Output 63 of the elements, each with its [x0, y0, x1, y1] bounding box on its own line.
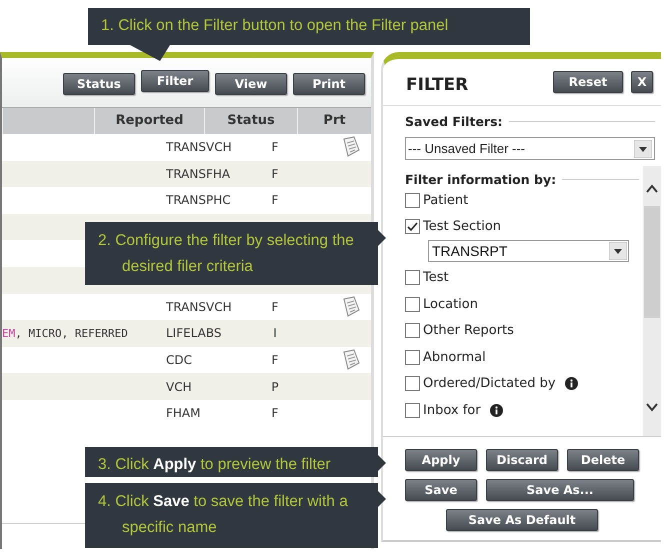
table-cell-text: F: [270, 140, 280, 154]
toolbar-button[interactable]: View: [215, 73, 287, 95]
column-header[interactable]: Status: [204, 108, 297, 134]
action-button[interactable]: Save: [405, 479, 477, 501]
action-button[interactable]: Save As...: [486, 479, 634, 501]
checkbox[interactable]: [405, 402, 420, 418]
checkbox-label[interactable]: Other Reports: [423, 323, 514, 338]
checkbox-label[interactable]: Patient: [423, 192, 468, 208]
section-label: Filter information by:: [405, 172, 556, 187]
table-cell-text: FHAM: [166, 406, 202, 420]
checkbox[interactable]: [405, 270, 420, 285]
checkbox-label[interactable]: Ordered/Dictated by: [423, 376, 556, 392]
table-cell-text: LIFELABS: [166, 326, 223, 340]
table-cell-text: F: [270, 406, 280, 420]
table-cell-text: F: [270, 166, 280, 181]
checkbox[interactable]: [405, 323, 420, 338]
section-label: Saved Filters:: [405, 114, 503, 129]
checkbox-label[interactable]: Test Section: [423, 219, 502, 234]
callout-pointer: [378, 491, 386, 507]
callout-pointer: [378, 230, 386, 246]
checkbox[interactable]: [405, 192, 420, 208]
toolbar-button[interactable]: Status: [63, 73, 135, 95]
instruction-callout: 2. Configure the filter by selecting the desired filer criteria: [85, 222, 378, 285]
action-button[interactable]: Save As Default: [446, 509, 598, 531]
checkbox[interactable]: [405, 296, 420, 312]
checkbox-label[interactable]: Abnormal: [423, 350, 486, 365]
action-button[interactable]: Apply: [405, 449, 477, 471]
table-cell-text: EM, MICRO, REFERRED: [2, 326, 129, 340]
checkbox-label[interactable]: Location: [423, 296, 478, 312]
table-cell-text: F: [270, 353, 280, 368]
table-cell-text: TRANSPHC: [166, 193, 232, 208]
table-cell-text: TRANSVCH: [166, 140, 233, 154]
table-cell-text: P: [270, 380, 280, 394]
table-cell-text: CDC: [166, 353, 193, 368]
table-cell-text: TRANSVCH: [166, 300, 233, 314]
checkbox-label[interactable]: Inbox for: [423, 402, 481, 418]
table-cell-text: F: [270, 300, 280, 314]
reset-button[interactable]: Reset: [553, 71, 623, 93]
column-header[interactable]: Prt: [297, 108, 371, 134]
instruction-callout: 4. Click Save to save the filter with a specific name: [85, 483, 378, 548]
dropdown-arrow-icon[interactable]: [634, 140, 652, 158]
table-cell-text: TRANSFHA: [166, 166, 232, 181]
callout-pointer: [378, 455, 386, 471]
action-button[interactable]: Discard: [486, 449, 558, 471]
callout-pointer: [130, 45, 170, 63]
table-cell-text: I: [272, 326, 278, 340]
checkbox[interactable]: [405, 350, 420, 365]
test-section-dropdown[interactable]: TRANSRPT: [428, 240, 629, 262]
dropdown-arrow-icon[interactable]: [609, 242, 627, 260]
action-button[interactable]: Delete: [567, 449, 639, 471]
info-icon[interactable]: [564, 377, 578, 390]
table-cell-text: F: [270, 193, 280, 208]
toolbar-button[interactable]: Print: [293, 73, 365, 95]
saved-filters-dropdown[interactable]: --- Unsaved Filter ---: [405, 137, 655, 160]
checkbox[interactable]: [405, 376, 420, 392]
checkbox-label[interactable]: Test: [423, 270, 449, 285]
column-header[interactable]: Reported: [94, 108, 204, 134]
toolbar-button[interactable]: Filter: [141, 70, 209, 92]
info-icon[interactable]: [490, 404, 503, 417]
checkbox[interactable]: [405, 219, 420, 234]
table-cell-text: VCH: [166, 380, 193, 394]
close-button[interactable]: X: [631, 71, 653, 93]
panel-title: FILTER: [406, 75, 470, 95]
